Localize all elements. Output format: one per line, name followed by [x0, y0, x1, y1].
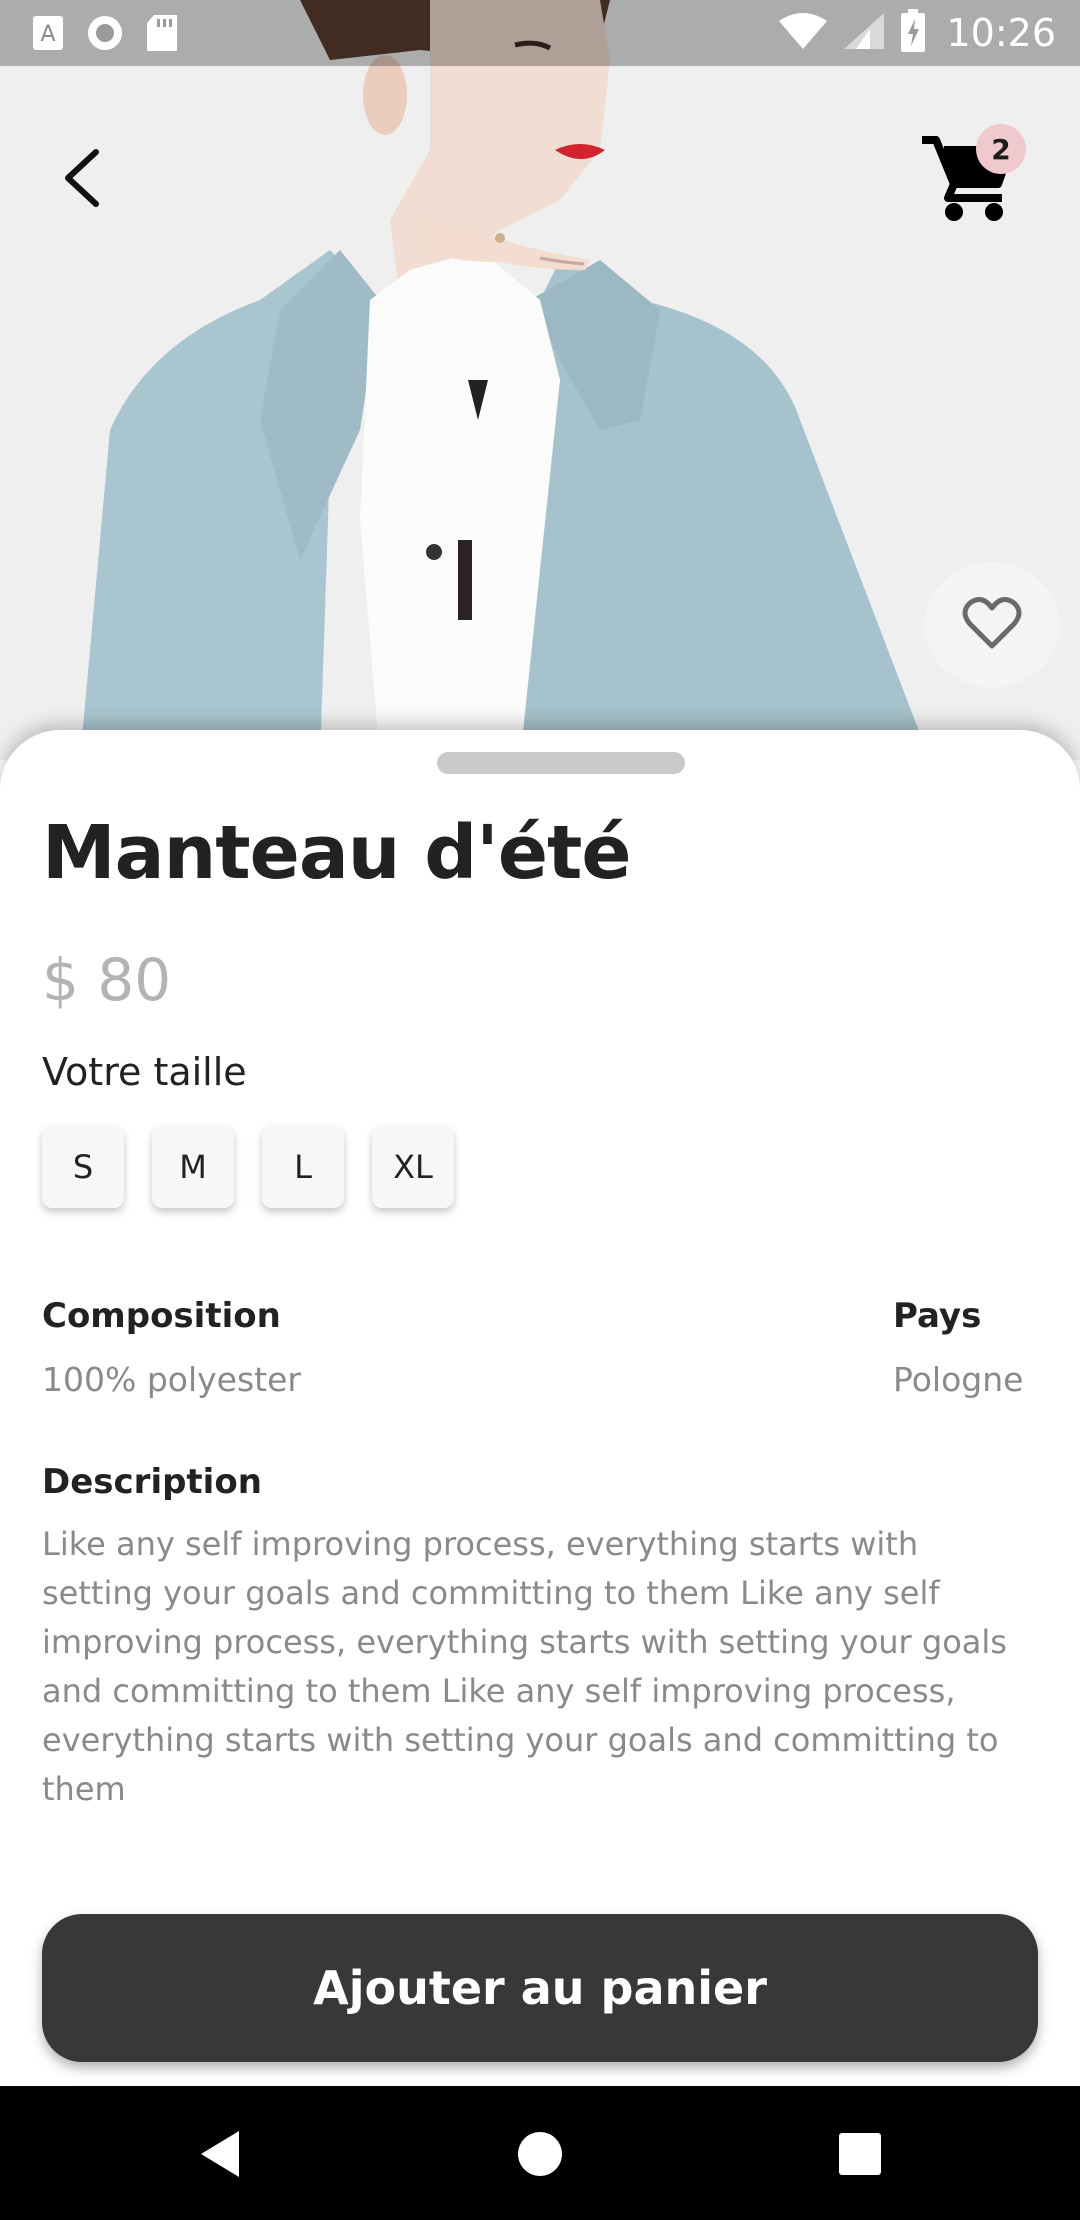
- system-nav-bar: [0, 2086, 1080, 2220]
- size-option-l[interactable]: L: [262, 1126, 344, 1208]
- description-heading: Description: [42, 1462, 262, 1502]
- country-value: Pologne: [893, 1360, 1024, 1399]
- status-time: 10:26: [946, 11, 1056, 55]
- nav-home-button[interactable]: [500, 2116, 580, 2196]
- product-price: $ 80: [42, 946, 172, 1014]
- svg-text:A: A: [40, 22, 55, 47]
- favorite-button[interactable]: [924, 562, 1060, 688]
- cart-icon: [918, 136, 1014, 226]
- nav-recents-icon: [838, 2132, 882, 2180]
- composition-value: 100% polyester: [42, 1360, 301, 1399]
- add-to-cart-button[interactable]: Ajouter au panier: [42, 1914, 1038, 2062]
- description-text: Like any self improving process, everyth…: [42, 1525, 1007, 1808]
- size-label: Votre taille: [42, 1050, 247, 1094]
- cart-count-badge: 2: [976, 124, 1026, 174]
- size-option-xl[interactable]: XL: [372, 1126, 454, 1208]
- back-button[interactable]: [52, 140, 112, 220]
- composition-heading: Composition: [42, 1296, 281, 1336]
- size-options: S M L XL: [42, 1126, 454, 1208]
- product-detail-screen: A 10:26 2 Manteau d'été $ 80 Votre taill…: [0, 0, 1080, 2220]
- circle-icon: [86, 14, 124, 56]
- nav-recents-button[interactable]: [820, 2116, 900, 2196]
- product-title: Manteau d'été: [42, 810, 632, 896]
- sd-card-icon: [146, 14, 178, 56]
- status-right-icons: 10:26: [778, 8, 1056, 58]
- wifi-icon: [778, 11, 828, 55]
- drag-handle[interactable]: [437, 752, 685, 774]
- status-left-icons: A: [32, 14, 178, 56]
- country-heading: Pays: [893, 1296, 982, 1336]
- text-a-icon: A: [32, 15, 64, 55]
- nav-back-icon: [197, 2129, 243, 2183]
- product-details-sheet: Manteau d'été $ 80 Votre taille S M L XL…: [0, 730, 1080, 2090]
- nav-back-button[interactable]: [180, 2116, 260, 2196]
- product-photo-illustration: [0, 0, 1080, 760]
- status-bar: A 10:26: [0, 0, 1080, 66]
- battery-icon: [900, 9, 926, 57]
- product-image: [0, 0, 1080, 760]
- back-arrow-icon: [60, 148, 104, 212]
- size-option-s[interactable]: S: [42, 1126, 124, 1208]
- size-option-m[interactable]: M: [152, 1126, 234, 1208]
- nav-home-icon: [516, 2130, 564, 2182]
- signal-icon: [842, 11, 886, 55]
- heart-outline-icon: [962, 596, 1022, 654]
